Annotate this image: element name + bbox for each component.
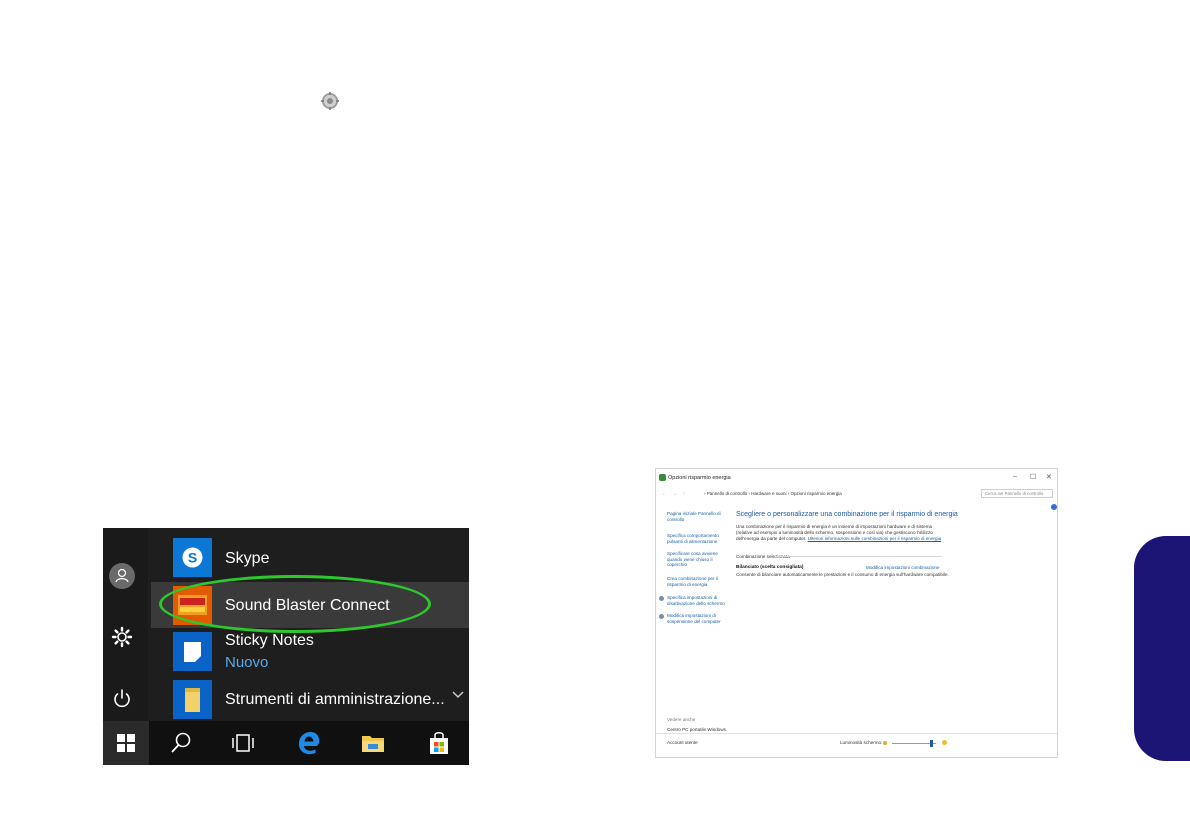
taskbar [103, 721, 469, 765]
brightness-high-icon [942, 740, 947, 745]
user-icon[interactable] [109, 563, 135, 589]
close-button[interactable]: ✕ [1046, 473, 1052, 481]
store-icon[interactable] [425, 729, 453, 757]
plan-name[interactable]: Bilanciato (scelta consigliata) [736, 565, 803, 570]
sidebar-item-lid[interactable]: Specificare cosa avviene quando viene ch… [667, 551, 727, 568]
power-options-window: Opzioni risparmio energia – ☐ ✕ ← → ↑ › … [655, 468, 1058, 758]
svg-text:S: S [188, 550, 197, 566]
start-menu-screenshot: S Skype Sound Blaster Connect Sticky Not… [103, 528, 469, 765]
sleep-shield-icon [659, 614, 664, 619]
sidebar-item-power-buttons[interactable]: Specifica comportamento pulsanti di alim… [667, 533, 727, 544]
task-view-icon[interactable] [229, 729, 257, 757]
file-explorer-icon[interactable] [359, 729, 387, 757]
gear-icon [321, 92, 339, 110]
windows-start-icon[interactable] [103, 721, 149, 765]
power-icon[interactable] [109, 686, 135, 712]
bottom-divider [656, 733, 1057, 734]
settings-icon[interactable] [109, 624, 135, 650]
search-icon[interactable] [167, 729, 195, 757]
edge-icon[interactable] [295, 729, 323, 757]
app-label-sticky-notes[interactable]: Sticky Notes [225, 632, 314, 650]
section-divider [776, 556, 942, 557]
folder-icon[interactable] [173, 680, 212, 719]
highlight-oval [159, 575, 431, 633]
brightness-label: Luminosità schermo: [840, 740, 883, 745]
page-description: Una combinazione per il risparmio di ene… [736, 524, 942, 541]
sidebar-item-sleep[interactable]: Modifica impostazioni di sospensione del… [667, 613, 727, 624]
display-shield-icon [659, 596, 664, 601]
search-input[interactable]: Cerca nel Pannello di controllo [981, 489, 1053, 498]
window-title: Opzioni risparmio energia [668, 475, 731, 481]
see-also-label: Vedere anche [667, 717, 696, 722]
brightness-low-icon [883, 741, 887, 745]
page-heading: Scegliere o personalizzare una combinazi… [736, 511, 958, 518]
modify-plan-link[interactable]: Modifica impostazioni combinazione [866, 565, 940, 570]
see-also-user-accounts[interactable]: Account utente [667, 740, 698, 745]
skype-icon[interactable]: S [173, 538, 212, 577]
sidebar-item-display[interactable]: Specifica impostazioni di disattivazione… [667, 595, 727, 606]
minimize-button[interactable]: – [1013, 473, 1017, 480]
chevron-down-icon[interactable] [451, 690, 465, 700]
sticky-notes-icon[interactable] [173, 632, 212, 671]
app-label-skype[interactable]: Skype [225, 550, 269, 568]
nav-arrows-icon[interactable]: ← → ↑ [662, 491, 687, 497]
sidebar-item-create-plan[interactable]: Crea combinazione per il risparmio di en… [667, 576, 727, 587]
chapter-side-tab [1134, 536, 1190, 761]
maximize-button[interactable]: ☐ [1030, 473, 1036, 481]
help-icon[interactable] [1051, 504, 1057, 510]
app-label-admin-tools[interactable]: Strumenti di amministrazione... [225, 691, 445, 709]
brightness-slider-thumb[interactable] [930, 740, 934, 747]
more-info-link[interactable]: Ulteriori informazioni sulle combinazion… [808, 536, 942, 541]
breadcrumb[interactable]: › Pannello di controllo › Hardware e suo… [704, 491, 842, 496]
plan-description: Consente di bilanciare automaticamente l… [736, 572, 949, 577]
app-sublabel-new: Nuovo [225, 654, 269, 671]
see-also-mobility-center[interactable]: Centro PC portatile Windows [667, 727, 726, 732]
power-options-icon [659, 474, 666, 481]
sidebar-item-home[interactable]: Pagina iniziale Pannello di controllo [667, 511, 727, 522]
